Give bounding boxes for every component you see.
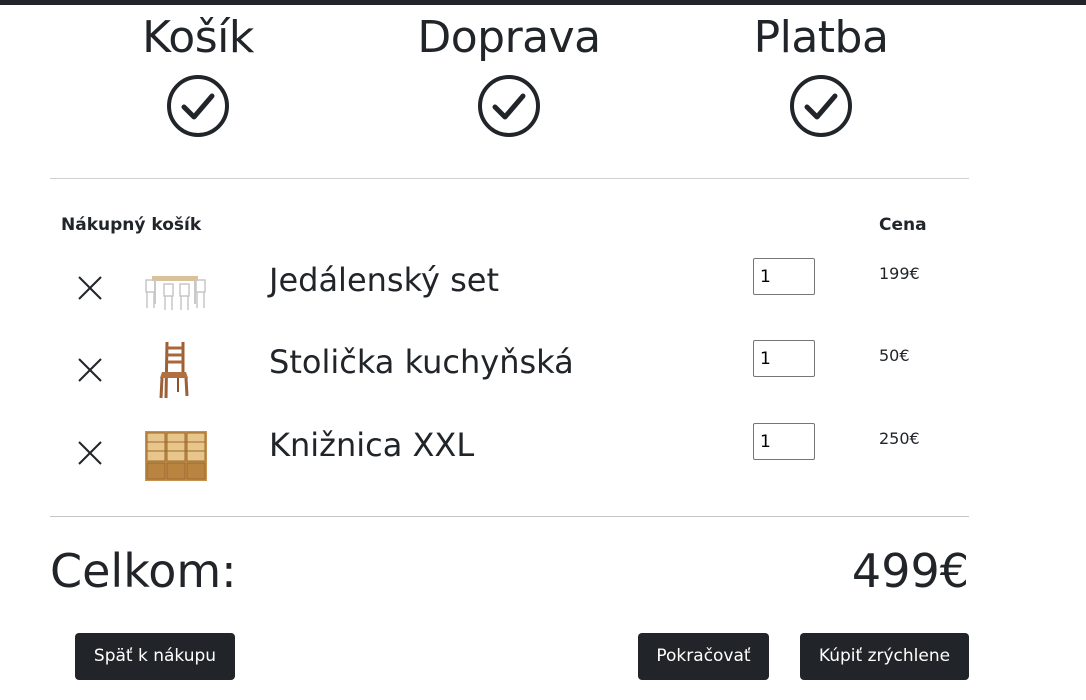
cart-item: Stolička kuchyňská 50€ [50,334,969,404]
step-title: Košík [142,12,254,63]
continue-button[interactable]: Pokračovať [638,633,769,680]
cart-heading: Nákupný košík [61,215,202,235]
quantity-input[interactable] [753,340,815,377]
check-circle-icon [790,75,852,137]
item-name: Knižnica XXL [269,426,475,464]
check-circle-icon [478,75,540,137]
remove-icon[interactable] [76,356,104,384]
total-value: 499€ [851,544,969,598]
total-label: Celkom: [50,544,237,598]
step-title: Platba [753,12,889,63]
step-shipping: Doprava [389,10,629,138]
item-name: Stolička kuchyňská [269,343,574,381]
product-image-dining-set [145,276,206,310]
step-title: Doprava [417,12,601,63]
item-price: 250€ [879,429,920,448]
cart-item: Knižnica XXL 250€ [50,417,969,487]
item-name: Jedálenský set [269,261,499,299]
quantity-input[interactable] [753,423,815,460]
top-bar [0,0,1086,5]
product-image-bookcase [145,431,207,481]
remove-icon[interactable] [76,439,104,467]
divider [50,178,969,179]
remove-icon[interactable] [76,274,104,302]
check-circle-icon [167,75,229,137]
cart-item: Jedálenský set 199€ [50,252,969,322]
step-payment: Platba [701,10,941,138]
back-to-shop-button[interactable]: Späť k nákupu [75,633,235,680]
item-price: 50€ [879,346,910,365]
quick-buy-button[interactable]: Kúpiť zrýchlene [800,633,969,680]
quantity-input[interactable] [753,258,815,295]
divider [50,516,969,517]
item-price: 199€ [879,264,920,283]
price-heading: Cena [879,215,927,235]
product-image-chair [159,341,189,399]
step-cart: Košík [78,10,318,138]
